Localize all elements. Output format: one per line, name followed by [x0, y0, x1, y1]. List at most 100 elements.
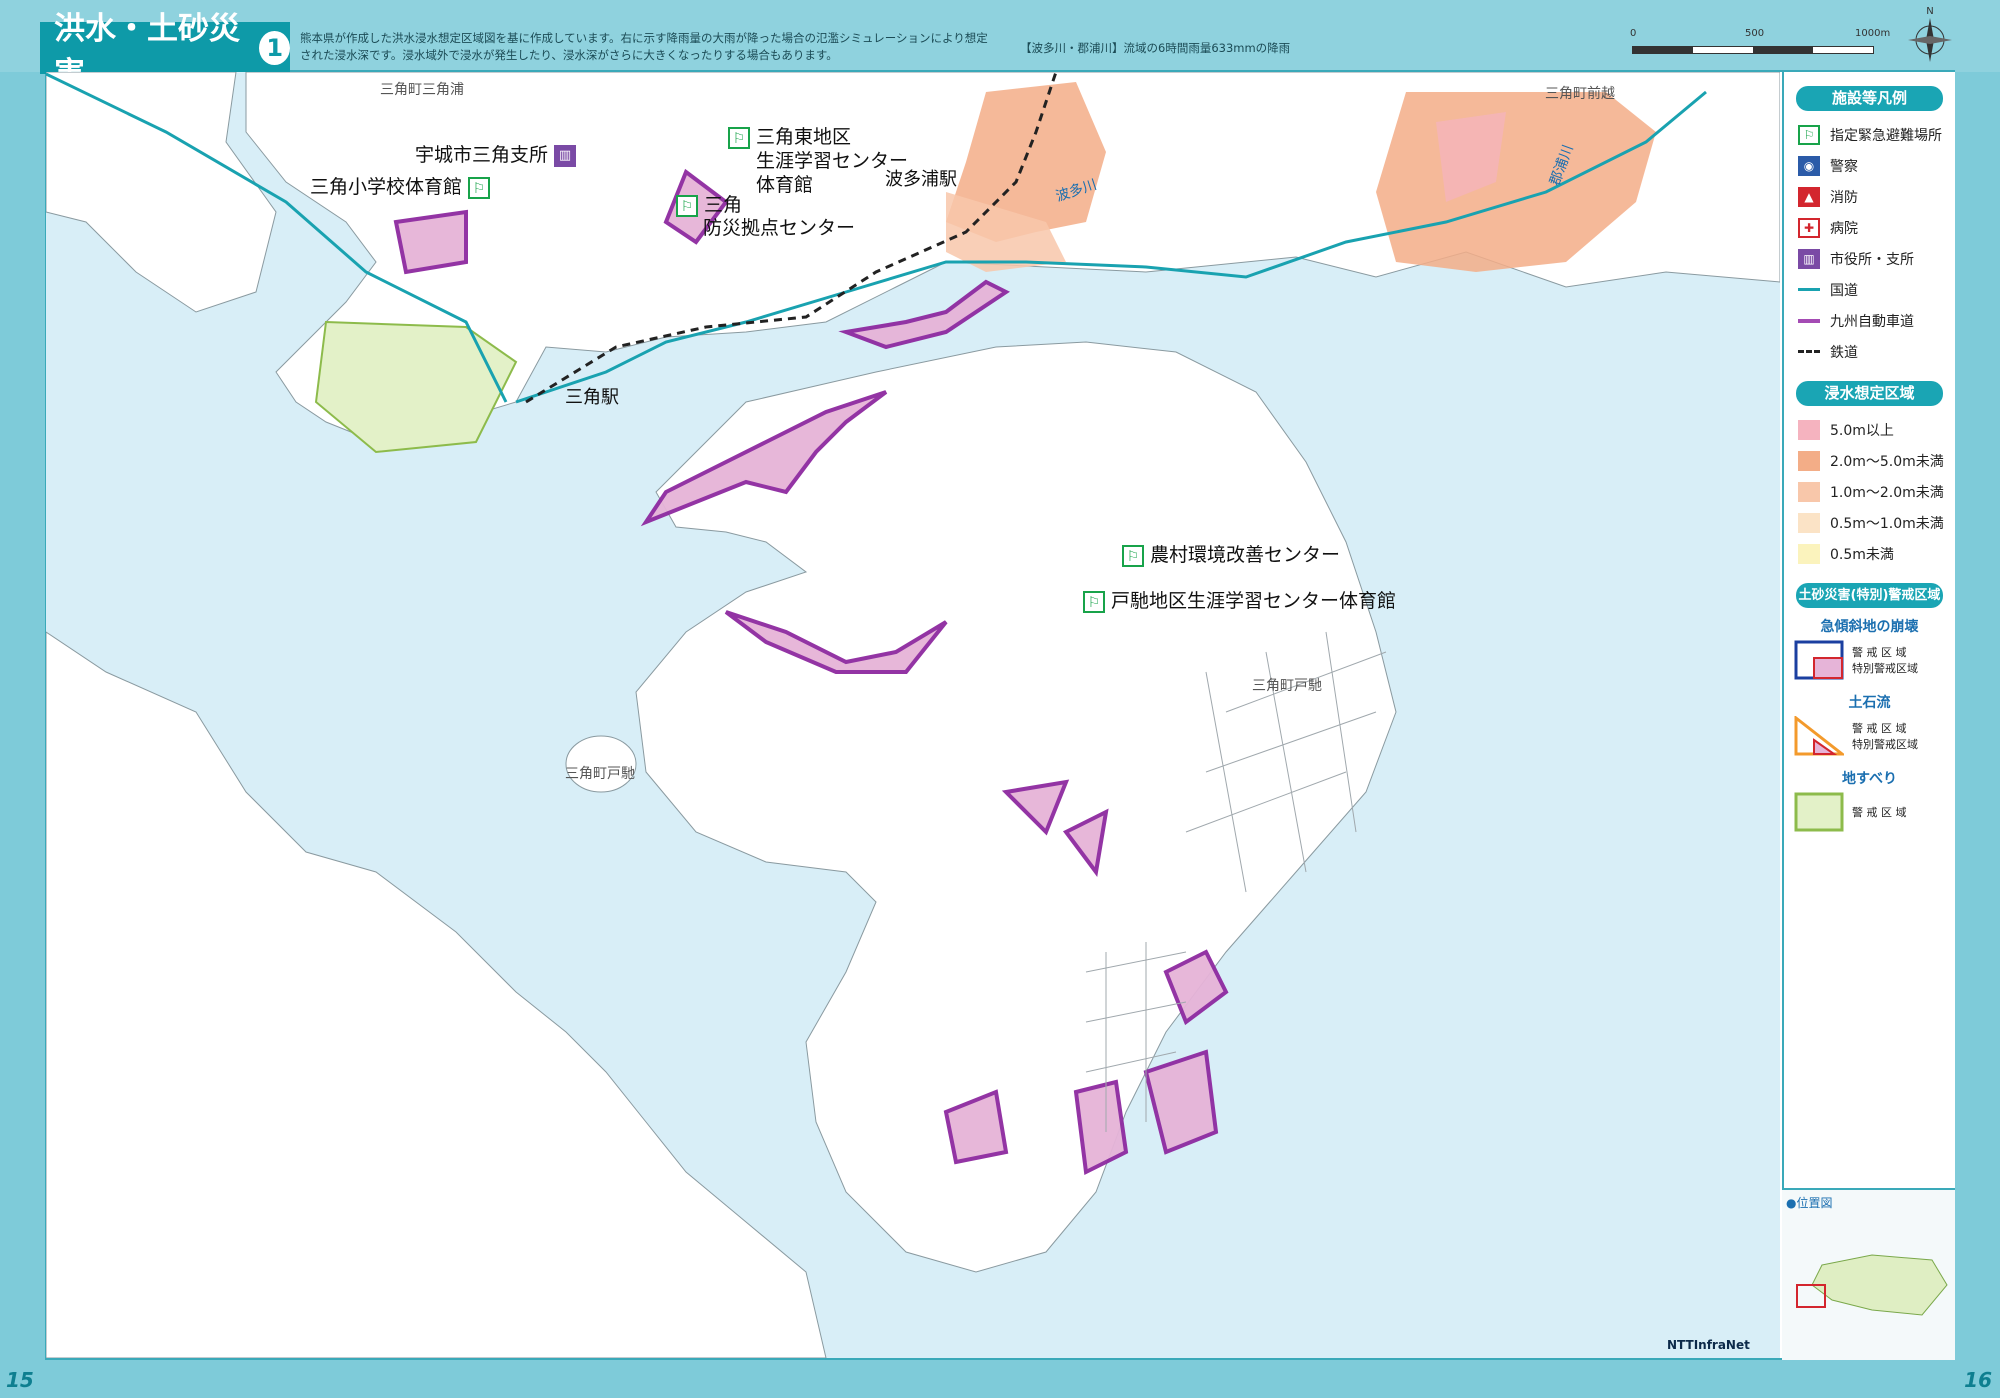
legend-label: 消防	[1830, 189, 1858, 206]
page-number-right: 16	[1964, 1368, 1992, 1392]
legend-sediment-head: 土砂災害(特別)警戒区域	[1796, 583, 1943, 608]
fire-icon: ▲	[1798, 186, 1820, 207]
warn-zone-label: 警 戒 区 域	[1852, 646, 1907, 659]
legend-flood-4: 0.5m未満	[1784, 538, 1955, 569]
legend-item-police: ◉ 警察	[1784, 150, 1955, 181]
legend-item-evacuation: ⚐ 指定緊急避難場所	[1784, 119, 1955, 150]
legend-label: 九州自動車道	[1830, 313, 1914, 330]
label-noson: ⚐ 農村環境改善センター	[1122, 540, 1340, 567]
label-tobase-island: 三角町戸馳	[565, 766, 635, 782]
location-map: ●位置図	[1782, 1188, 1955, 1360]
compass-icon: N	[1908, 6, 1952, 62]
legend-landslide: 地すべり	[1841, 771, 1898, 787]
evacuation-icon: ⚐	[1122, 544, 1144, 567]
legend-label: 0.5m〜1.0m未満	[1830, 515, 1944, 532]
label-city-office-text: 宇城市三角支所	[415, 144, 549, 166]
railway-icon	[1798, 342, 1820, 362]
legend-label: 2.0m〜5.0m未満	[1830, 453, 1944, 470]
legend-flood-3: 0.5m〜1.0m未満	[1784, 507, 1955, 538]
label-misumi-gym-text: 三角小学校体育館	[310, 176, 463, 198]
label-tobase-gym-text: 戸馳地区生涯学習センター体育館	[1111, 590, 1397, 612]
location-map-label: ●位置図	[1786, 1196, 1833, 1210]
evacuation-icon: ⚐	[1083, 590, 1105, 613]
legend-steep-slope: 急傾斜地の崩壊	[1820, 619, 1919, 635]
label-tobase-gym: ⚐ 戸馳地区生涯学習センター体育館	[1083, 586, 1396, 613]
map-legend: 施設等凡例 ⚐ 指定緊急避難場所 ◉ 警察 ▲ 消防 ✚ 病院 ▥ 市役所・支所 国道 九…	[1782, 72, 1955, 1358]
legend-item-city-office: ▥ 市役所・支所	[1784, 243, 1955, 274]
hazard-map[interactable]	[46, 72, 1780, 1358]
label-misumi-east-3: 体育館	[756, 174, 814, 196]
legend-item-hospital: ✚ 病院	[1784, 212, 1955, 243]
flood-swatch	[1798, 512, 1820, 533]
brand-logo: NTTInfraNet	[1667, 1338, 1750, 1352]
evacuation-icon: ⚐	[1798, 124, 1820, 145]
city-office-icon: ▥	[1798, 248, 1820, 269]
evacuation-icon: ⚐	[676, 194, 698, 217]
warn-zone-label: 警 戒 区 域	[1852, 722, 1907, 735]
scale-label-0: 0	[1630, 28, 1637, 39]
legend-label: 鉄道	[1830, 344, 1858, 361]
label-misumi-gym: 三角小学校体育館 ⚐	[310, 172, 491, 199]
legend-item-expressway: 九州自動車道	[1784, 305, 1955, 336]
label-noson-text: 農村環境改善センター	[1150, 544, 1341, 566]
flood-swatch	[1798, 450, 1820, 471]
flood-swatch	[1798, 419, 1820, 440]
city-office-icon: ▥	[554, 144, 577, 167]
legend-item-railway: 鉄道	[1784, 336, 1955, 367]
warn-zone-label: 警 戒 区 域	[1852, 806, 1907, 819]
legend-landslide-row: 警 戒 区 域	[1784, 788, 1955, 836]
legend-steep-slope-row: 警 戒 区 域特別警戒区域	[1784, 636, 1955, 684]
label-maekoshi: 三角町前越	[1545, 86, 1615, 102]
legend-flood-head: 浸水想定区域	[1796, 381, 1943, 406]
scale-bar: 0 500 1000m	[1630, 24, 1890, 64]
legend-label: 市役所・支所	[1830, 251, 1914, 268]
hospital-icon: ✚	[1798, 217, 1820, 238]
label-city-office: 宇城市三角支所 ▥	[415, 140, 577, 167]
legend-label: 0.5m未満	[1830, 546, 1894, 563]
expressway-icon	[1798, 311, 1820, 331]
debris-flow-swatch	[1794, 716, 1844, 756]
legend-label: 国道	[1830, 282, 1858, 299]
special-zone-label: 特別警戒区域	[1852, 738, 1918, 751]
flood-swatch	[1798, 543, 1820, 564]
legend-facilities-head: 施設等凡例	[1796, 86, 1943, 111]
label-misumi-east-text: 三角東地区	[756, 126, 852, 148]
label-hataura-station: 波多浦駅	[885, 169, 957, 190]
location-map-graphic	[1796, 1254, 1948, 1316]
legend-debris-flow: 土石流	[1848, 695, 1891, 711]
rainfall-note: 【波多川・郡浦川】流域の6時間雨量633mmの降雨	[1020, 41, 1291, 55]
landslide-swatch	[1794, 792, 1844, 832]
evacuation-icon: ⚐	[468, 176, 491, 199]
national-road-icon	[1798, 280, 1820, 300]
legend-label: 指定緊急避難場所	[1830, 127, 1942, 144]
scale-label-1000: 1000m	[1855, 28, 1891, 39]
legend-steep-text: 警 戒 区 域特別警戒区域	[1852, 644, 1918, 676]
svg-text:N: N	[1926, 6, 1933, 17]
label-misumiura: 三角町三角浦	[380, 82, 464, 98]
evacuation-icon: ⚐	[728, 126, 750, 149]
legend-label: 警察	[1830, 158, 1858, 175]
legend-label: 5.0m以上	[1830, 422, 1894, 439]
legend-flood-1: 2.0m〜5.0m未満	[1784, 445, 1955, 476]
page-number-left: 15	[6, 1368, 34, 1392]
legend-label: 1.0m〜2.0m未満	[1830, 484, 1944, 501]
legend-item-national-road: 国道	[1784, 274, 1955, 305]
steep-slope-swatch	[1794, 640, 1844, 680]
label-misumi-station: 三角駅	[565, 387, 619, 408]
label-bosai-2: 防災拠点センター	[703, 217, 856, 239]
page-title: 洪水・土砂災害 1	[40, 11, 290, 92]
label-misumi-east: ⚐ 三角東地区	[728, 122, 851, 149]
flood-swatch	[1798, 481, 1820, 502]
title-number-badge: 1	[259, 31, 290, 65]
legend-debris-row: 警 戒 区 域特別警戒区域	[1784, 712, 1955, 760]
legend-flood-0: 5.0m以上	[1784, 414, 1955, 445]
legend-item-fire: ▲ 消防	[1784, 181, 1955, 212]
scale-label-500: 500	[1745, 28, 1765, 39]
legend-debris-text: 警 戒 区 域特別警戒区域	[1852, 720, 1918, 752]
legend-label: 病院	[1830, 220, 1858, 237]
legend-flood-2: 1.0m〜2.0m未満	[1784, 476, 1955, 507]
label-tobase: 三角町戸馳	[1252, 678, 1322, 694]
police-icon: ◉	[1798, 155, 1820, 176]
scale-bar-graphic	[1632, 46, 1874, 54]
special-zone-label: 特別警戒区域	[1852, 662, 1918, 675]
